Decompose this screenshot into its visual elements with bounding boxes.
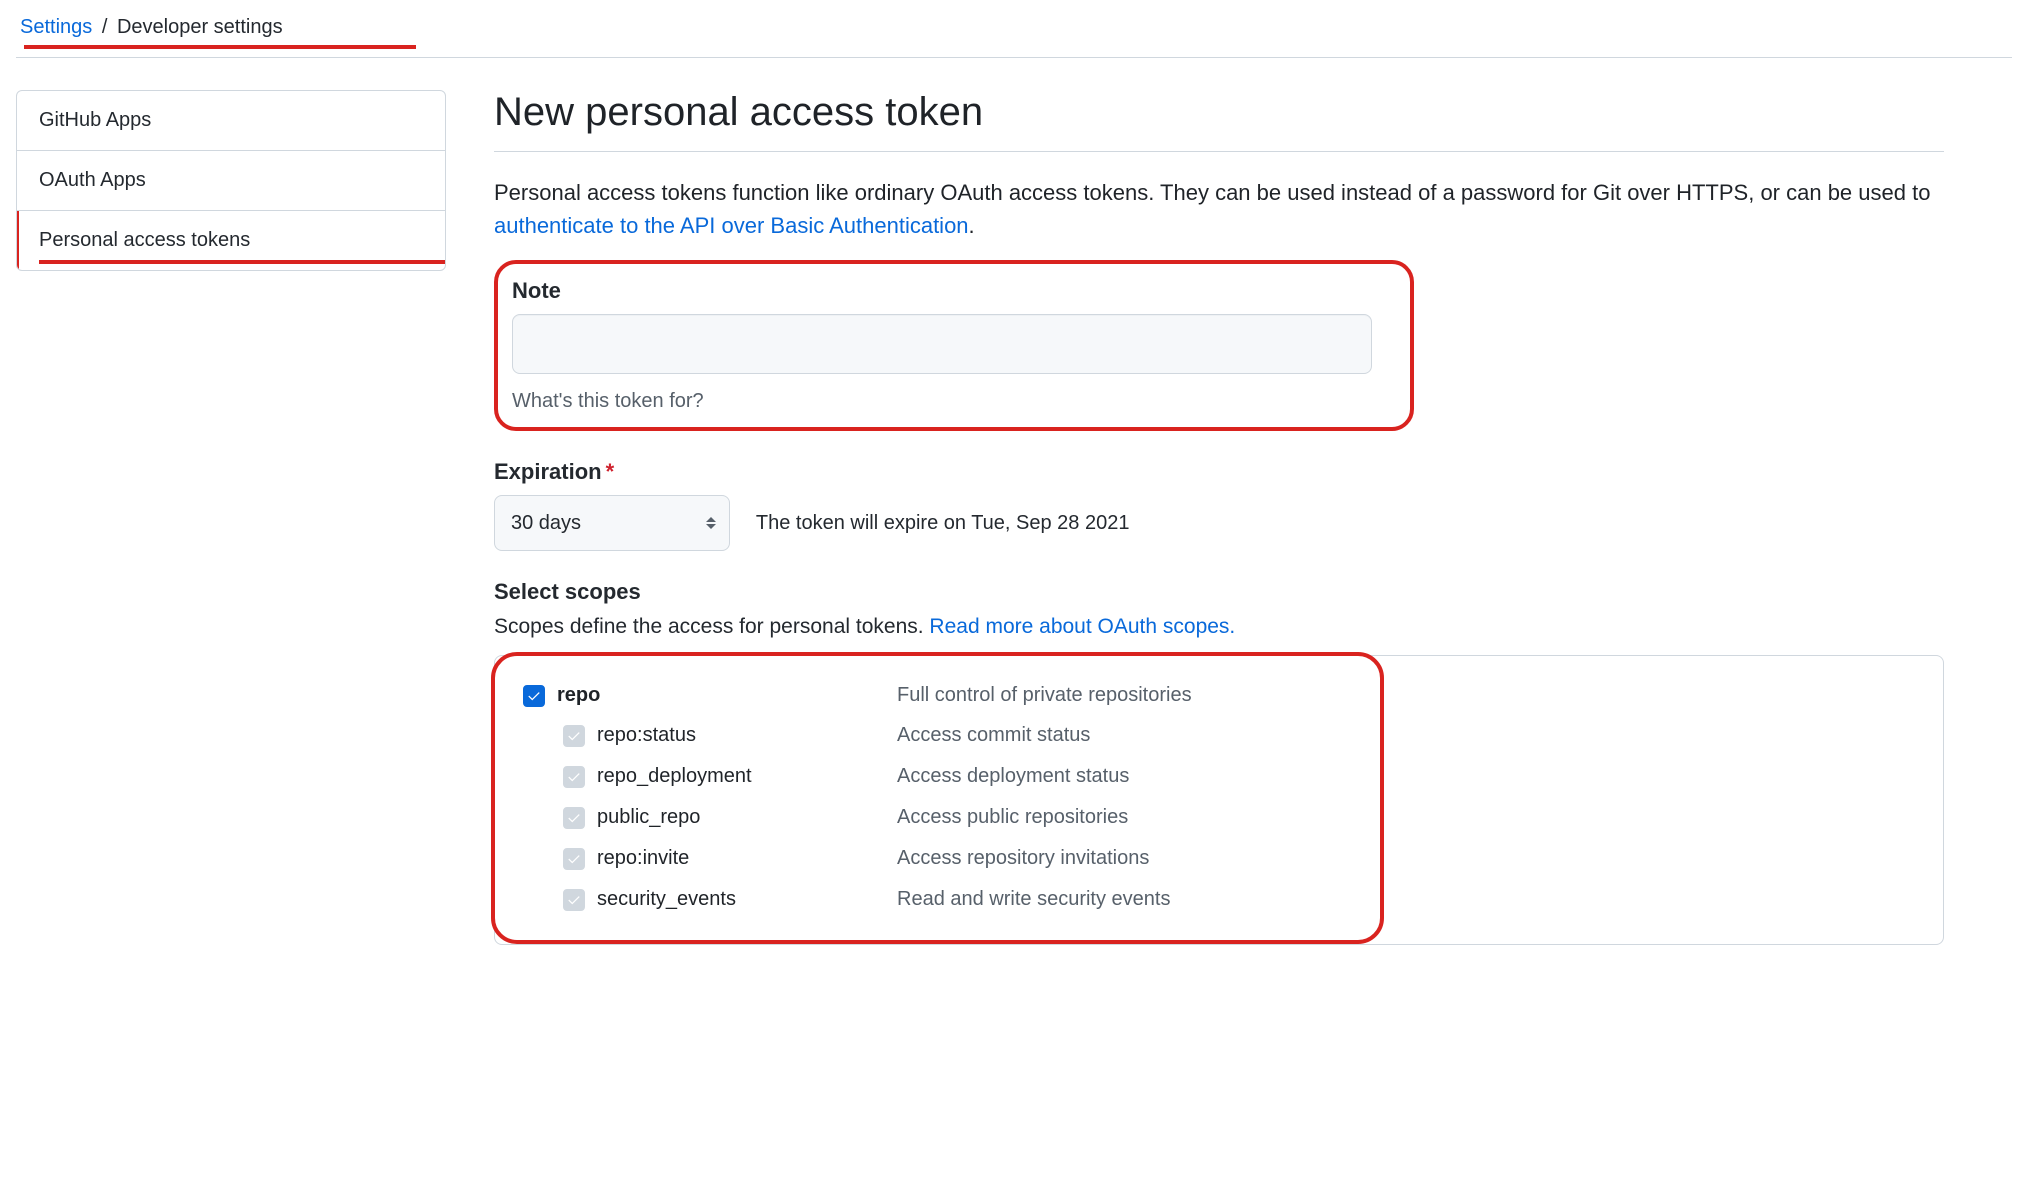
main-content: New personal access token Personal acces… [494,90,1944,973]
scopes-heading: Select scopes [494,579,1944,605]
scope-name: repo:invite [597,847,897,870]
scopes-link-read-more[interactable]: Read more about OAuth scopes. [929,615,1235,638]
sidebar-item-label: OAuth Apps [39,169,146,191]
annotation-box-note: Note What's this token for? [494,260,1414,431]
scope-name: public_repo [597,806,897,829]
check-icon [567,770,581,784]
scopes-intro-text: Scopes define the access for personal to… [494,615,929,638]
page-title: New personal access token [494,90,1944,152]
page-intro: Personal access tokens function like ord… [494,176,1944,242]
note-label: Note [512,278,1396,304]
sidebar-item-label: Personal access tokens [39,229,250,251]
scope-desc: Access public repositories [897,806,1356,829]
intro-link-basic-auth[interactable]: authenticate to the API over Basic Authe… [494,213,969,238]
sidebar-item-github-apps[interactable]: GitHub Apps [17,91,445,151]
scope-desc: Access commit status [897,724,1356,747]
breadcrumb-root-link[interactable]: Settings [20,16,92,38]
annotation-underline [39,260,445,264]
intro-text-after: . [969,213,975,238]
check-icon [567,811,581,825]
scope-row-security-events: security_events Read and write security … [511,879,1356,920]
scope-name: repo:status [597,724,897,747]
note-input[interactable] [512,314,1372,374]
scope-checkbox-repo-status[interactable] [563,725,585,747]
sidebar-item-label: GitHub Apps [39,109,151,131]
breadcrumb-current: Developer settings [117,16,283,38]
check-icon [527,689,541,703]
annotation-underline [24,45,416,49]
expiration-select[interactable]: 30 days [494,495,730,551]
sidebar-item-personal-access-tokens[interactable]: Personal access tokens [17,211,445,270]
scope-name: repo_deployment [597,765,897,788]
scope-name: security_events [597,888,897,911]
sidebar: GitHub Apps OAuth Apps Personal access t… [16,90,446,973]
scope-name: repo [557,684,897,707]
annotation-box-scopes: repo Full control of private repositorie… [491,652,1384,944]
scopes-intro: Scopes define the access for personal to… [494,615,1944,639]
scope-checkbox-security-events[interactable] [563,889,585,911]
scope-row-repo-invite: repo:invite Access repository invitation… [511,838,1356,879]
intro-text: Personal access tokens function like ord… [494,180,1930,205]
sidebar-menu: GitHub Apps OAuth Apps Personal access t… [16,90,446,271]
expiration-label-text: Expiration [494,459,602,484]
expiration-message: The token will expire on Tue, Sep 28 202… [756,512,1130,535]
scope-row-repo-status: repo:status Access commit status [511,715,1356,756]
scope-desc: Access repository invitations [897,847,1356,870]
sidebar-item-oauth-apps[interactable]: OAuth Apps [17,151,445,211]
required-indicator: * [606,459,615,484]
scope-desc: Read and write security events [897,888,1356,911]
breadcrumb: Settings / Developer settings [16,0,2012,58]
note-help-text: What's this token for? [512,390,1396,413]
scope-desc: Access deployment status [897,765,1356,788]
expiration-label: Expiration* [494,459,1944,485]
check-icon [567,893,581,907]
scope-row-repo: repo Full control of private repositorie… [511,676,1356,715]
scope-checkbox-repo-invite[interactable] [563,848,585,870]
scope-checkbox-public-repo[interactable] [563,807,585,829]
scope-checkbox-repo[interactable] [523,685,545,707]
check-icon [567,729,581,743]
scope-checkbox-repo-deployment[interactable] [563,766,585,788]
breadcrumb-separator: / [102,16,108,38]
scope-row-repo-deployment: repo_deployment Access deployment status [511,756,1356,797]
scope-desc: Full control of private repositories [897,684,1356,707]
scope-row-public-repo: public_repo Access public repositories [511,797,1356,838]
scopes-box: repo Full control of private repositorie… [494,655,1944,945]
check-icon [567,852,581,866]
